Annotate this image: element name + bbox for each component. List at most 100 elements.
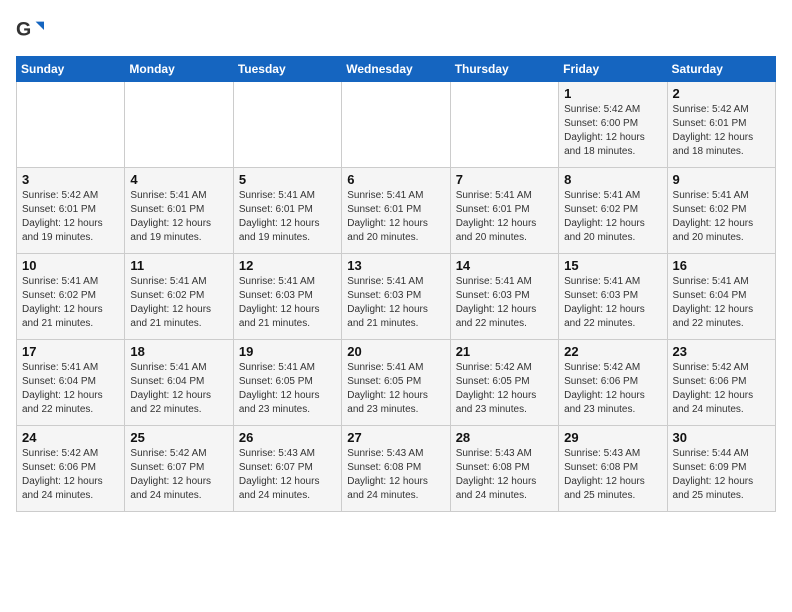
day-number: 24 [22, 430, 119, 445]
day-number: 19 [239, 344, 336, 359]
weekday-header: Monday [125, 57, 233, 82]
calendar-cell [342, 82, 450, 168]
day-info: Sunrise: 5:42 AM Sunset: 6:07 PM Dayligh… [130, 447, 227, 503]
svg-text:G: G [16, 19, 31, 41]
calendar-week-row: 1 Sunrise: 5:42 AM Sunset: 6:00 PM Daylig… [17, 82, 776, 168]
day-info: Sunrise: 5:41 AM Sunset: 6:02 PM Dayligh… [564, 189, 661, 245]
weekday-header-row: SundayMondayTuesdayWednesdayThursdayFrid… [17, 57, 776, 82]
weekday-header: Tuesday [233, 57, 341, 82]
day-info: Sunrise: 5:41 AM Sunset: 6:05 PM Dayligh… [239, 361, 336, 417]
day-info: Sunrise: 5:41 AM Sunset: 6:03 PM Dayligh… [564, 275, 661, 331]
calendar-cell: 17 Sunrise: 5:41 AM Sunset: 6:04 PM Dayli… [17, 340, 125, 426]
day-info: Sunrise: 5:41 AM Sunset: 6:01 PM Dayligh… [130, 189, 227, 245]
day-number: 11 [130, 258, 227, 273]
day-info: Sunrise: 5:42 AM Sunset: 6:06 PM Dayligh… [564, 361, 661, 417]
calendar-cell: 4 Sunrise: 5:41 AM Sunset: 6:01 PM Daylig… [125, 168, 233, 254]
calendar-cell [233, 82, 341, 168]
calendar-cell: 29 Sunrise: 5:43 AM Sunset: 6:08 PM Dayli… [559, 426, 667, 512]
day-number: 30 [673, 430, 770, 445]
day-info: Sunrise: 5:42 AM Sunset: 6:01 PM Dayligh… [22, 189, 119, 245]
calendar-cell [17, 82, 125, 168]
calendar-cell: 8 Sunrise: 5:41 AM Sunset: 6:02 PM Daylig… [559, 168, 667, 254]
calendar-cell: 19 Sunrise: 5:41 AM Sunset: 6:05 PM Dayli… [233, 340, 341, 426]
day-number: 18 [130, 344, 227, 359]
day-info: Sunrise: 5:41 AM Sunset: 6:01 PM Dayligh… [347, 189, 444, 245]
logo: G [16, 16, 48, 44]
day-info: Sunrise: 5:41 AM Sunset: 6:04 PM Dayligh… [22, 361, 119, 417]
day-number: 5 [239, 172, 336, 187]
day-number: 10 [22, 258, 119, 273]
day-number: 27 [347, 430, 444, 445]
logo-icon: G [16, 16, 44, 44]
calendar-cell: 23 Sunrise: 5:42 AM Sunset: 6:06 PM Dayli… [667, 340, 775, 426]
day-number: 14 [456, 258, 553, 273]
day-number: 8 [564, 172, 661, 187]
calendar-cell: 26Sunrise: 5:43 AM Sunset: 6:07 PM Dayli… [233, 426, 341, 512]
calendar-cell: 14 Sunrise: 5:41 AM Sunset: 6:03 PM Dayli… [450, 254, 558, 340]
calendar-cell: 27Sunrise: 5:43 AM Sunset: 6:08 PM Dayli… [342, 426, 450, 512]
weekday-header: Wednesday [342, 57, 450, 82]
calendar-cell: 2 Sunrise: 5:42 AM Sunset: 6:01 PM Daylig… [667, 82, 775, 168]
calendar-week-row: 3 Sunrise: 5:42 AM Sunset: 6:01 PM Daylig… [17, 168, 776, 254]
day-info: Sunrise: 5:43 AM Sunset: 6:08 PM Dayligh… [564, 447, 661, 503]
calendar-cell: 21 Sunrise: 5:42 AM Sunset: 6:05 PM Dayli… [450, 340, 558, 426]
day-info: Sunrise: 5:42 AM Sunset: 6:06 PM Dayligh… [673, 361, 770, 417]
day-number: 22 [564, 344, 661, 359]
day-number: 6 [347, 172, 444, 187]
calendar-cell: 6 Sunrise: 5:41 AM Sunset: 6:01 PM Daylig… [342, 168, 450, 254]
calendar-week-row: 10 Sunrise: 5:41 AM Sunset: 6:02 PM Dayli… [17, 254, 776, 340]
calendar-table: SundayMondayTuesdayWednesdayThursdayFrid… [16, 56, 776, 512]
day-info: Sunrise: 5:41 AM Sunset: 6:03 PM Dayligh… [239, 275, 336, 331]
day-info: Sunrise: 5:41 AM Sunset: 6:01 PM Dayligh… [456, 189, 553, 245]
weekday-header: Sunday [17, 57, 125, 82]
day-number: 21 [456, 344, 553, 359]
day-number: 28 [456, 430, 553, 445]
day-info: Sunrise: 5:44 AM Sunset: 6:09 PM Dayligh… [673, 447, 770, 503]
day-number: 4 [130, 172, 227, 187]
day-number: 16 [673, 258, 770, 273]
weekday-header: Friday [559, 57, 667, 82]
calendar-cell: 12Sunrise: 5:41 AM Sunset: 6:03 PM Dayli… [233, 254, 341, 340]
calendar-cell: 5 Sunrise: 5:41 AM Sunset: 6:01 PM Daylig… [233, 168, 341, 254]
calendar-cell: 1 Sunrise: 5:42 AM Sunset: 6:00 PM Daylig… [559, 82, 667, 168]
day-info: Sunrise: 5:41 AM Sunset: 6:03 PM Dayligh… [347, 275, 444, 331]
calendar-cell: 7 Sunrise: 5:41 AM Sunset: 6:01 PM Daylig… [450, 168, 558, 254]
calendar-week-row: 24 Sunrise: 5:42 AM Sunset: 6:06 PM Dayli… [17, 426, 776, 512]
day-number: 13 [347, 258, 444, 273]
calendar-cell: 24 Sunrise: 5:42 AM Sunset: 6:06 PM Dayli… [17, 426, 125, 512]
day-number: 3 [22, 172, 119, 187]
day-info: Sunrise: 5:42 AM Sunset: 6:06 PM Dayligh… [22, 447, 119, 503]
day-number: 1 [564, 86, 661, 101]
day-info: Sunrise: 5:41 AM Sunset: 6:01 PM Dayligh… [239, 189, 336, 245]
day-info: Sunrise: 5:42 AM Sunset: 6:05 PM Dayligh… [456, 361, 553, 417]
calendar-cell: 28 Sunrise: 5:43 AM Sunset: 6:08 PM Dayli… [450, 426, 558, 512]
day-number: 17 [22, 344, 119, 359]
day-number: 2 [673, 86, 770, 101]
day-info: Sunrise: 5:41 AM Sunset: 6:05 PM Dayligh… [347, 361, 444, 417]
day-info: Sunrise: 5:41 AM Sunset: 6:04 PM Dayligh… [673, 275, 770, 331]
day-info: Sunrise: 5:41 AM Sunset: 6:02 PM Dayligh… [22, 275, 119, 331]
day-info: Sunrise: 5:41 AM Sunset: 6:02 PM Dayligh… [673, 189, 770, 245]
day-info: Sunrise: 5:41 AM Sunset: 6:03 PM Dayligh… [456, 275, 553, 331]
day-number: 15 [564, 258, 661, 273]
day-info: Sunrise: 5:43 AM Sunset: 6:08 PM Dayligh… [456, 447, 553, 503]
calendar-cell [450, 82, 558, 168]
day-number: 7 [456, 172, 553, 187]
header: G [16, 16, 776, 44]
calendar-cell: 3 Sunrise: 5:42 AM Sunset: 6:01 PM Daylig… [17, 168, 125, 254]
calendar-cell: 30 Sunrise: 5:44 AM Sunset: 6:09 PM Dayli… [667, 426, 775, 512]
day-number: 29 [564, 430, 661, 445]
calendar-week-row: 17 Sunrise: 5:41 AM Sunset: 6:04 PM Dayli… [17, 340, 776, 426]
day-info: Sunrise: 5:42 AM Sunset: 6:00 PM Dayligh… [564, 103, 661, 159]
calendar-cell: 20Sunrise: 5:41 AM Sunset: 6:05 PM Dayli… [342, 340, 450, 426]
day-number: 23 [673, 344, 770, 359]
calendar-cell: 11 Sunrise: 5:41 AM Sunset: 6:02 PM Dayli… [125, 254, 233, 340]
day-info: Sunrise: 5:41 AM Sunset: 6:02 PM Dayligh… [130, 275, 227, 331]
calendar-cell: 10 Sunrise: 5:41 AM Sunset: 6:02 PM Dayli… [17, 254, 125, 340]
day-number: 25 [130, 430, 227, 445]
weekday-header: Thursday [450, 57, 558, 82]
day-info: Sunrise: 5:42 AM Sunset: 6:01 PM Dayligh… [673, 103, 770, 159]
calendar-cell: 15 Sunrise: 5:41 AM Sunset: 6:03 PM Dayli… [559, 254, 667, 340]
day-info: Sunrise: 5:43 AM Sunset: 6:07 PM Dayligh… [239, 447, 336, 503]
calendar-cell: 25 Sunrise: 5:42 AM Sunset: 6:07 PM Dayli… [125, 426, 233, 512]
